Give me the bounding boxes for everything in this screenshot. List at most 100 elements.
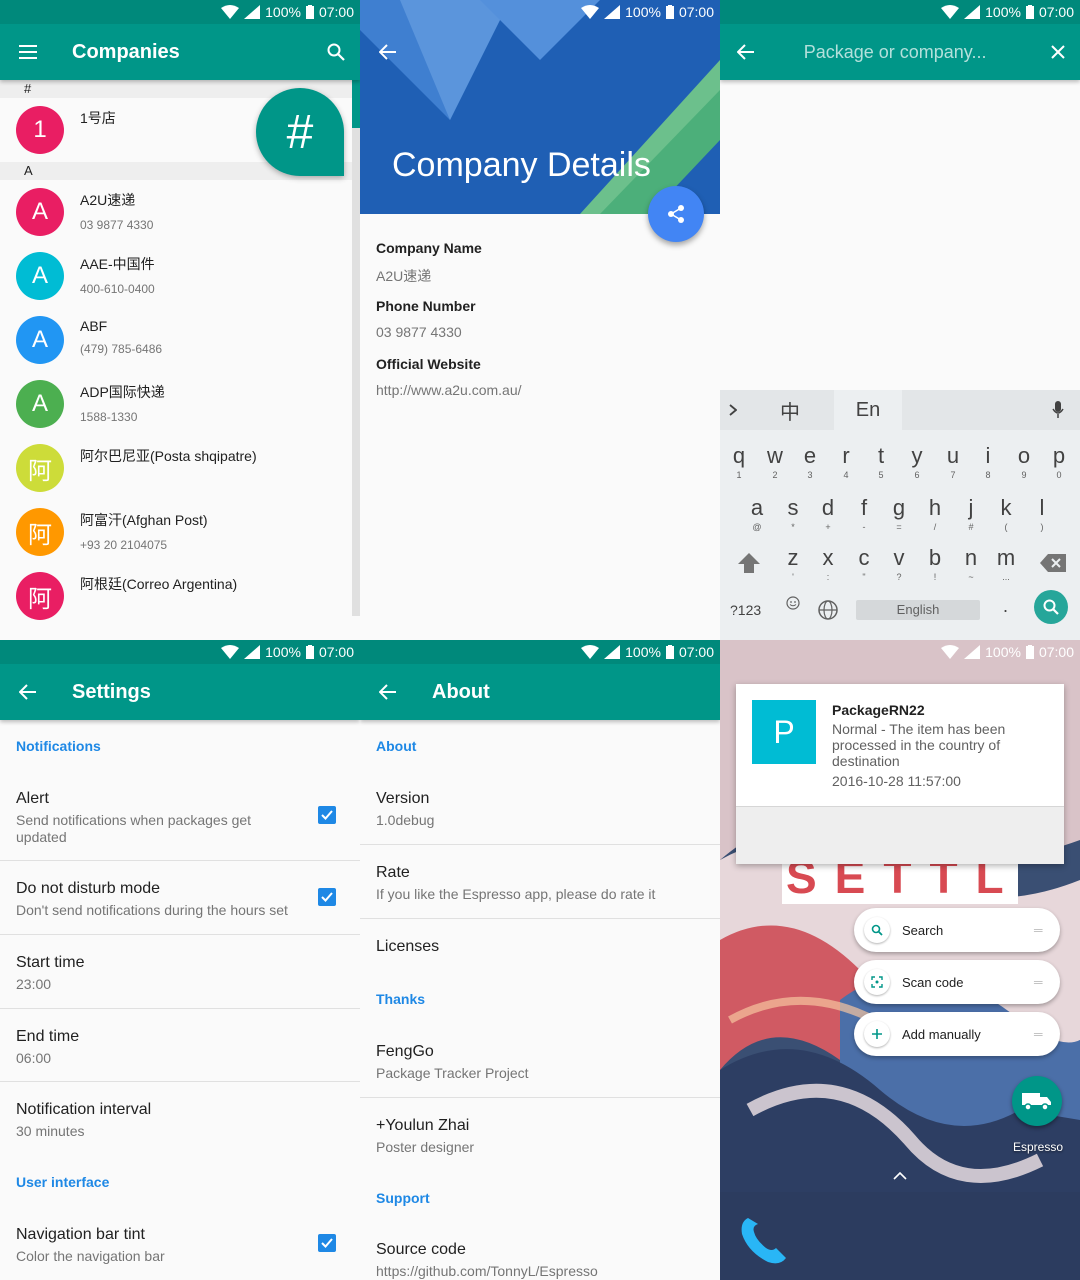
page-title: Companies [72,40,180,63]
key-r[interactable]: r4 [829,434,863,484]
company-item[interactable]: A ADP国际快递 1588-1330 [0,372,352,436]
dnd-checkbox[interactable] [318,888,336,906]
key-h[interactable]: h / [918,486,952,536]
shortcut-add-manually[interactable]: Add manually ═ [854,1012,1060,1056]
pref-source-code[interactable]: Source code https://github.com/TonnyL/Es… [360,1241,720,1280]
key-k[interactable]: k( [989,486,1023,536]
header-image: Company Details [360,0,720,214]
tab-english[interactable]: En [834,390,902,430]
launcher-screen: SETTLE 100% 07:00 P PackageRN22 Normal -… [720,640,1080,1280]
pref-interval[interactable]: Notification interval 30 minutes [0,1101,360,1140]
pref-youlun[interactable]: +Youlun Zhai Poster designer [360,1117,720,1156]
clock: 07:00 [1038,644,1074,660]
back-arrow-icon[interactable] [360,664,416,720]
phone-app-icon[interactable] [738,1214,790,1271]
pref-navbar-tint[interactable]: Navigation bar tint Color the navigation… [0,1226,360,1265]
pref-end-time[interactable]: End time 06:00 [0,1028,360,1067]
navbar-tint-checkbox[interactable] [318,1234,336,1252]
espresso-app-icon[interactable] [1012,1076,1062,1126]
key-b[interactable]: b! [918,536,952,586]
pref-dnd[interactable]: Do not disturb mode Don't send notificat… [0,880,360,919]
shortcut-scan-code[interactable]: Scan code ═ [854,960,1060,1004]
battery-icon [1025,5,1034,19]
pref-version[interactable]: Version 1.0debug [360,790,720,829]
search-input[interactable] [803,41,1036,63]
company-name: 阿富汗(Afghan Post) [80,512,208,528]
wifi-icon [581,645,600,659]
period-key[interactable]: . [1003,596,1008,617]
notification-title: PackageRN22 [832,702,925,718]
key-j[interactable]: j # [954,486,988,536]
key-p[interactable]: p0 [1042,434,1076,484]
drag-handle-icon[interactable]: ═ [1034,923,1046,937]
drag-handle-icon[interactable]: ═ [1034,1027,1046,1041]
close-icon[interactable] [1036,24,1080,80]
search-submit-button[interactable] [1034,590,1068,624]
key-s[interactable]: s * [776,486,810,536]
pref-start-time[interactable]: Start time 23:00 [0,954,360,993]
key-i[interactable]: i8 [971,434,1005,484]
pref-alert[interactable]: Alert Send notifications when packages g… [0,790,360,846]
back-arrow-icon[interactable] [372,36,404,68]
alert-checkbox[interactable] [318,806,336,824]
clock: 07:00 [678,4,714,20]
package-notification[interactable]: P PackageRN22 Normal - The item has been… [736,684,1064,864]
pref-summary: If you like the Espresso app, please do … [376,886,656,902]
share-button[interactable] [648,186,704,242]
pref-title: Version [376,790,430,807]
drag-handle-icon[interactable]: ═ [1034,975,1046,989]
company-item[interactable]: A ABF (479) 785-6486 [0,308,352,372]
key-e[interactable]: e3 [793,434,827,484]
pref-fenggo[interactable]: FengGo Package Tracker Project [360,1043,720,1082]
signal-icon [604,5,621,19]
pref-title: Notification interval [16,1101,152,1118]
pref-title: Navigation bar tint [16,1226,145,1243]
key-t[interactable]: t5 [864,434,898,484]
fast-scroll-track[interactable] [352,80,360,616]
company-item[interactable]: A A2U速递 03 9877 4330 [0,180,352,244]
website-value[interactable]: http://www.a2u.com.au/ [376,382,522,398]
key-w[interactable]: w2 [758,434,792,484]
key-m[interactable]: m... [989,536,1023,586]
company-phone: 400-610-0400 [80,282,155,296]
key-a[interactable]: a @ [740,486,774,536]
back-arrow-icon[interactable] [720,24,772,80]
key-c[interactable]: c " [847,536,881,586]
key-x[interactable]: x: [811,536,845,586]
key-l[interactable]: l) [1025,486,1059,536]
key-o[interactable]: o9 [1007,434,1041,484]
key-f[interactable]: f- [847,486,881,536]
pref-licenses[interactable]: Licenses [360,938,720,956]
menu-icon[interactable] [0,24,56,80]
key-d[interactable]: d + [811,486,845,536]
back-arrow-icon[interactable] [0,664,56,720]
chevron-right-icon[interactable] [720,390,746,430]
key-n[interactable]: n ~ [954,536,988,586]
shift-key[interactable] [732,536,766,586]
symbols-key[interactable]: ?123 [730,602,761,618]
space-key[interactable]: English [856,600,980,620]
phone-number-value[interactable]: 03 9877 4330 [376,324,462,340]
microphone-icon[interactable] [1036,390,1080,430]
key-z[interactable]: z ' [776,536,810,586]
key-y[interactable]: y6 [900,434,934,484]
emoji-icon[interactable] [786,596,800,615]
company-item[interactable]: 阿 阿富汗(Afghan Post) +93 20 2104075 [0,500,352,564]
fast-scroll-thumb[interactable] [352,80,360,128]
search-icon[interactable] [312,24,360,80]
key-u[interactable]: u7 [936,434,970,484]
key-g[interactable]: g = [882,486,916,536]
chevron-up-icon[interactable] [892,1168,908,1186]
shortcut-search[interactable]: Search ═ [854,908,1060,952]
company-item[interactable]: 阿 阿根廷(Correo Argentina) [0,564,352,628]
tab-chinese[interactable]: 中 [746,390,834,430]
divider [360,918,720,919]
key-q[interactable]: q1 [722,434,756,484]
key-v[interactable]: v? [882,536,916,586]
pref-rate[interactable]: Rate If you like the Espresso app, pleas… [360,864,720,903]
globe-icon[interactable] [818,600,838,625]
company-item[interactable]: 阿 阿尔巴尼亚(Posta shqipatre) [0,436,352,500]
company-name-label: Company Name [376,240,482,256]
backspace-key[interactable] [1036,536,1070,586]
company-item[interactable]: A AAE-中国件 400-610-0400 [0,244,352,308]
